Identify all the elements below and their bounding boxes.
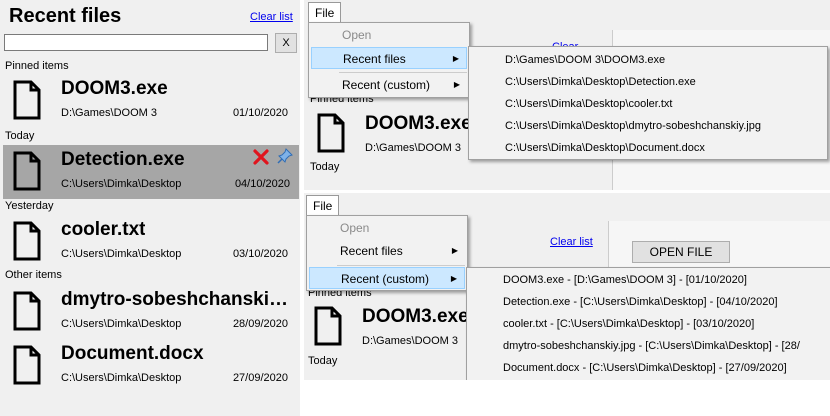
menu-item-recent-custom[interactable]: Recent (custom) ▶: [309, 267, 465, 289]
submenu-arrow-icon: ▶: [453, 80, 460, 89]
menu-item-open[interactable]: Open: [311, 24, 467, 46]
submenu-item[interactable]: cooler.txt - [C:\Users\Dimka\Desktop] - …: [467, 313, 830, 335]
document-icon: [13, 291, 41, 331]
recent-custom-menu-screenshot: Clear list OPEN FILE Pinned items DOOM3.…: [304, 193, 830, 380]
background-file-name: DOOM3.exe: [362, 306, 469, 327]
submenu-item[interactable]: DOOM3.exe - [D:\Games\DOOM 3] - [01/10/2…: [467, 269, 830, 291]
menu-separator: [337, 265, 465, 266]
file-date: 03/10/2020: [232, 248, 288, 260]
file-path: D:\Games\DOOM 3: [61, 107, 157, 119]
file-item[interactable]: DOOM3.exe D:\Games\DOOM 3 01/10/2020: [0, 74, 300, 128]
submenu-item[interactable]: dmytro-sobeshchanskiy.jpg - [C:\Users\Di…: [467, 335, 830, 357]
section-label-pinned: Pinned items: [5, 60, 69, 72]
file-date: 04/10/2020: [234, 178, 290, 190]
file-path: C:\Users\Dimka\Desktop: [61, 178, 182, 190]
file-name: Document.docx: [61, 343, 204, 364]
file-name: dmytro-sobeshchanski…: [61, 289, 288, 310]
section-label-yesterday: Yesterday: [5, 200, 54, 212]
file-name: Detection.exe: [61, 149, 185, 170]
file-path: C:\Users\Dimka\Desktop: [61, 372, 182, 384]
file-menu[interactable]: File: [306, 195, 340, 216]
menu-item-recent-custom[interactable]: Recent (custom) ▶: [311, 74, 467, 96]
clear-search-button[interactable]: X: [275, 33, 297, 53]
menu-item-open[interactable]: Open: [309, 217, 465, 239]
submenu-item[interactable]: Document.docx - [C:\Users\Dimka\Desktop]…: [467, 357, 830, 379]
background-file-name: DOOM3.exe: [365, 113, 472, 134]
recent-custom-submenu: DOOM3.exe - [D:\Games\DOOM 3] - [01/10/2…: [466, 267, 830, 380]
section-label-other: Other items: [5, 269, 62, 281]
background-today-label: Today: [308, 355, 338, 367]
remove-icon[interactable]: [253, 149, 269, 165]
submenu-item[interactable]: C:\Users\Dimka\Desktop\cooler.txt: [469, 93, 827, 115]
background-file-path: D:\Games\DOOM 3: [365, 142, 461, 154]
file-item[interactable]: Document.docx C:\Users\Dimka\Desktop 27/…: [0, 339, 300, 393]
file-name: DOOM3.exe: [61, 78, 168, 99]
menu-item-label: Recent files: [340, 244, 403, 258]
file-item-selected[interactable]: Detection.exe C:\Users\Dimka\Desktop 04/…: [3, 145, 299, 199]
document-icon: [13, 345, 41, 385]
file-dropdown: Open Recent files ▶ Recent (custom) ▶: [306, 215, 468, 291]
menu-item-label: Recent files: [343, 52, 406, 66]
file-date: 28/09/2020: [232, 318, 288, 330]
submenu-item[interactable]: D:\Games\DOOM 3\DOOM3.exe: [469, 49, 827, 71]
search-input[interactable]: [4, 34, 268, 51]
panel-title: Recent files: [9, 5, 122, 27]
recent-files-menu-screenshot: Clear Pinned items DOOM3.exe D:\Games\DO…: [304, 0, 830, 190]
background-today-label: Today: [310, 161, 340, 173]
recent-files-panel: Recent files Clear list X Pinned items D…: [0, 0, 300, 416]
section-label-today: Today: [5, 130, 35, 142]
menu-separator: [339, 72, 467, 73]
document-icon: [13, 221, 41, 261]
file-item[interactable]: dmytro-sobeshchanski… C:\Users\Dimka\Des…: [0, 285, 300, 339]
file-date: 01/10/2020: [232, 107, 288, 119]
open-file-button[interactable]: OPEN FILE: [632, 241, 730, 263]
clear-list-link[interactable]: Clear list: [250, 11, 293, 23]
background-clear-link: Clear list: [550, 236, 593, 248]
file-date: 27/09/2020: [232, 372, 288, 384]
recent-files-submenu: D:\Games\DOOM 3\DOOM3.exe C:\Users\Dimka…: [468, 46, 828, 160]
menu-item-recent-files[interactable]: Recent files ▶: [311, 47, 467, 69]
menu-item-recent-files[interactable]: Recent files ▶: [309, 240, 465, 262]
menu-item-label: Recent (custom): [341, 272, 430, 286]
file-name: cooler.txt: [61, 219, 146, 240]
background-file-path: D:\Games\DOOM 3: [362, 335, 458, 347]
document-icon: [314, 306, 342, 346]
pin-icon[interactable]: [277, 148, 293, 164]
submenu-item[interactable]: C:\Users\Dimka\Desktop\dmytro-sobeshchan…: [469, 115, 827, 137]
document-icon: [317, 113, 345, 153]
file-path: C:\Users\Dimka\Desktop: [61, 248, 182, 260]
submenu-arrow-icon: ▶: [450, 274, 457, 283]
submenu-item[interactable]: Detection.exe - [C:\Users\Dimka\Desktop]…: [467, 291, 830, 313]
file-path: C:\Users\Dimka\Desktop: [61, 318, 182, 330]
menu-item-label: Recent (custom): [342, 78, 431, 92]
document-icon: [13, 151, 41, 191]
submenu-arrow-icon: ▶: [451, 246, 458, 255]
submenu-item[interactable]: C:\Users\Dimka\Desktop\Detection.exe: [469, 71, 827, 93]
file-dropdown: Open Recent files ▶ Recent (custom) ▶: [308, 22, 470, 98]
submenu-item[interactable]: C:\Users\Dimka\Desktop\Document.docx: [469, 137, 827, 159]
document-icon: [13, 80, 41, 120]
file-item[interactable]: cooler.txt C:\Users\Dimka\Desktop 03/10/…: [0, 215, 300, 269]
file-menu[interactable]: File: [308, 2, 342, 23]
submenu-arrow-icon: ▶: [452, 54, 459, 63]
